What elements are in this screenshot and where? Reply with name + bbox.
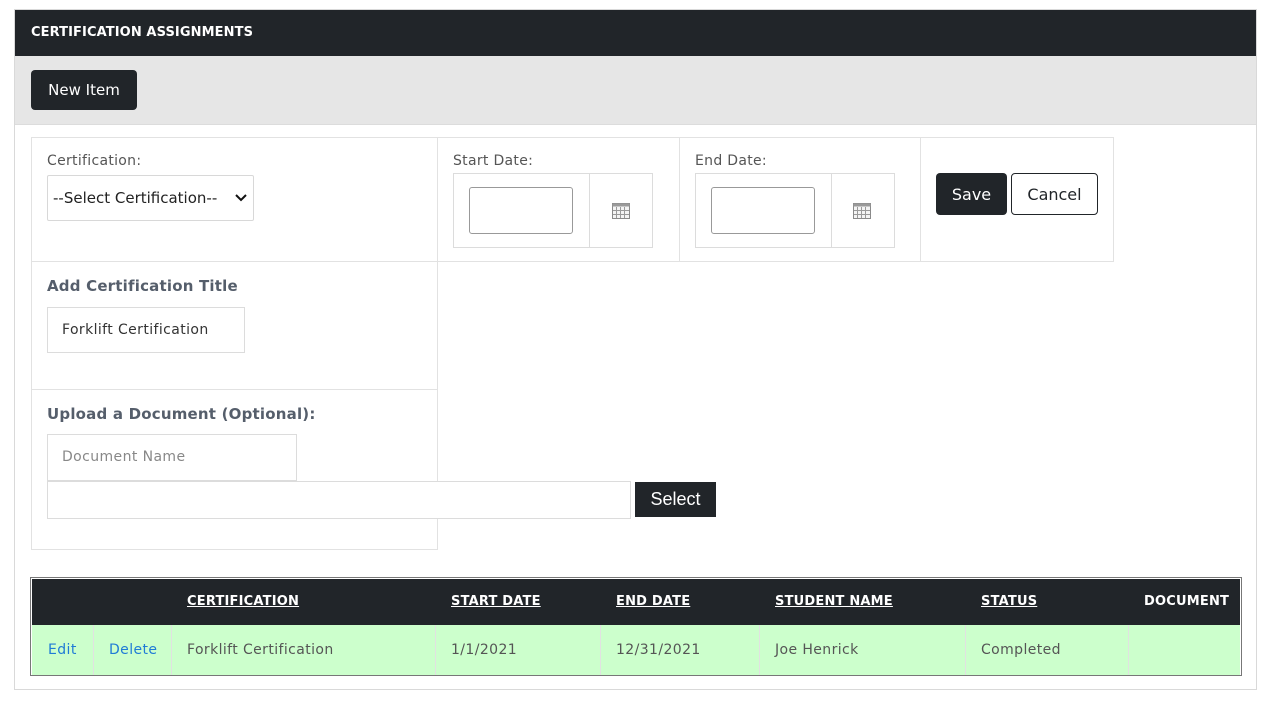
certification-select[interactable]: --Select Certification--	[47, 175, 254, 221]
save-button[interactable]: Save	[936, 173, 1007, 215]
new-item-button[interactable]: New Item	[31, 70, 137, 110]
chevron-down-icon	[235, 176, 247, 239]
end-date-group	[695, 173, 895, 248]
calendar-icon[interactable]	[612, 203, 630, 219]
cell-start-date: 1/1/2021	[451, 642, 518, 658]
assignments-grid: CERTIFICATION START DATE END DATE STUDEN…	[30, 577, 1242, 676]
column-divider	[171, 625, 172, 675]
file-path-input[interactable]	[47, 481, 631, 519]
column-divider	[965, 625, 966, 675]
column-header-end-date[interactable]: END DATE	[616, 579, 690, 625]
certification-title-input[interactable]: Forklift Certification	[47, 307, 245, 353]
end-date-input[interactable]	[711, 187, 815, 234]
start-date-input[interactable]	[469, 187, 573, 234]
cell-student-name: Joe Henrick	[775, 642, 859, 658]
toolbar: New Item	[15, 56, 1256, 125]
cell-certification: Forklift Certification	[187, 642, 334, 658]
certification-title-label: Add Certification Title	[47, 277, 238, 295]
grid-header-row: CERTIFICATION START DATE END DATE STUDEN…	[32, 579, 1240, 625]
edit-link[interactable]: Edit	[48, 625, 77, 675]
panel-header: CERTIFICATION ASSIGNMENTS	[15, 10, 1256, 56]
column-header-start-date[interactable]: START DATE	[451, 579, 541, 625]
document-name-input[interactable]: Document Name	[47, 434, 297, 481]
column-header-document: DOCUMENT	[1144, 594, 1230, 609]
start-date-label: Start Date:	[453, 153, 534, 169]
select-file-button[interactable]: Select	[635, 482, 716, 517]
end-date-label: End Date:	[695, 153, 767, 169]
column-divider	[435, 625, 436, 675]
certification-selected-value: --Select Certification--	[53, 189, 218, 207]
column-divider	[759, 625, 760, 675]
table-row: Edit Delete Forklift Certification 1/1/2…	[32, 625, 1240, 675]
end-date-separator	[831, 174, 832, 247]
column-header-certification[interactable]: CERTIFICATION	[187, 579, 299, 625]
column-header-student-name[interactable]: STUDENT NAME	[775, 579, 893, 625]
delete-link[interactable]: Delete	[109, 625, 157, 675]
cell-status: Completed	[981, 642, 1061, 658]
column-divider	[600, 625, 601, 675]
column-header-status[interactable]: STATUS	[981, 579, 1037, 625]
cell-end-date: 12/31/2021	[616, 642, 701, 658]
start-date-group	[453, 173, 653, 248]
column-divider	[1128, 625, 1129, 675]
upload-document-label: Upload a Document (Optional):	[47, 405, 316, 423]
certification-label: Certification:	[47, 153, 142, 169]
cancel-button[interactable]: Cancel	[1011, 173, 1098, 215]
calendar-icon[interactable]	[853, 203, 871, 219]
start-date-separator	[589, 174, 590, 247]
column-divider	[93, 625, 94, 675]
